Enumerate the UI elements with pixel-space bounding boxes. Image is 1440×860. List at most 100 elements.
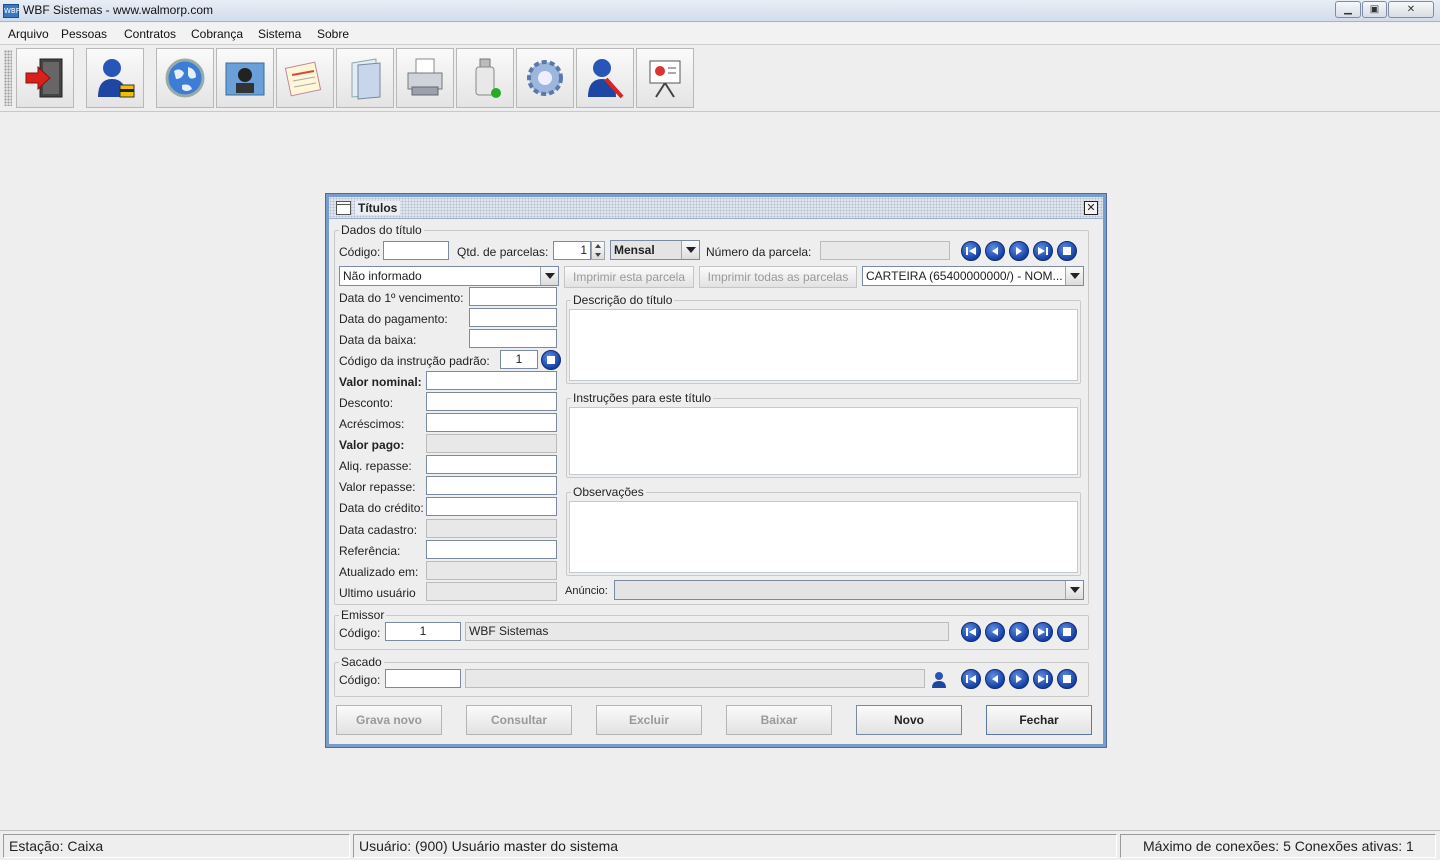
usb-drive-button[interactable] <box>456 48 514 108</box>
baixar-button[interactable]: Baixar <box>726 705 832 735</box>
chevron-down-icon[interactable] <box>540 267 558 285</box>
toolbar <box>0 46 1440 112</box>
window-icon <box>336 201 351 215</box>
menu-contratos[interactable]: Contratos <box>124 27 176 41</box>
vencimento-input[interactable] <box>469 287 557 306</box>
aliq-repasse-input[interactable] <box>426 455 557 474</box>
baixa-input[interactable] <box>469 329 557 348</box>
first-icon <box>966 628 976 636</box>
emissor-last-button[interactable] <box>1033 622 1053 642</box>
emissor-codigo-input[interactable]: 1 <box>385 622 461 641</box>
stop-icon <box>1063 675 1071 683</box>
sacado-last-button[interactable] <box>1033 669 1053 689</box>
globe-button[interactable] <box>156 48 214 108</box>
contact-card-button[interactable] <box>216 48 274 108</box>
menu-sistema[interactable]: Sistema <box>258 27 301 41</box>
sacado-first-button[interactable] <box>961 669 981 689</box>
menu-sobre[interactable]: Sobre <box>317 27 349 41</box>
sacado-previous-button[interactable] <box>985 669 1005 689</box>
referencia-input[interactable] <box>426 540 557 559</box>
anuncio-select[interactable] <box>614 580 1084 600</box>
data-cadastro-field <box>426 519 557 538</box>
chevron-down-icon[interactable] <box>1065 581 1083 599</box>
menu-pessoas[interactable]: Pessoas <box>61 27 107 41</box>
instrucoes-textarea[interactable] <box>569 407 1078 475</box>
imprimir-esta-button[interactable]: Imprimir esta parcela <box>564 266 694 288</box>
valor-nominal-input[interactable] <box>426 371 557 390</box>
descricao-textarea[interactable] <box>569 309 1078 381</box>
next-record-button[interactable] <box>1009 241 1029 261</box>
valor-nominal-label: Valor nominal: <box>339 375 422 389</box>
last-record-button[interactable] <box>1033 241 1053 261</box>
qtd-parcelas-spinner[interactable] <box>591 241 605 260</box>
emissor-previous-button[interactable] <box>985 622 1005 642</box>
folders-button[interactable] <box>336 48 394 108</box>
stop-icon <box>1063 247 1071 255</box>
observacoes-textarea[interactable] <box>569 501 1078 573</box>
data-credito-input[interactable] <box>426 497 557 516</box>
person-search-icon[interactable] <box>931 671 947 689</box>
periodo-select[interactable]: Mensal <box>610 240 700 260</box>
instrucao-padrao-label: Código da instrução padrão: <box>339 354 490 368</box>
situacao-value: Não informado <box>343 269 422 283</box>
instrucao-lookup-button[interactable] <box>541 350 561 370</box>
sacado-codigo-input[interactable] <box>385 669 461 688</box>
maximize-button[interactable]: ▣ <box>1362 1 1387 18</box>
stop-icon <box>1063 628 1071 636</box>
codigo-input[interactable] <box>383 241 449 260</box>
minimize-button[interactable]: ▁ <box>1335 1 1361 18</box>
settings-gear-icon <box>527 60 563 96</box>
valor-repasse-input[interactable] <box>426 476 557 495</box>
grava-novo-button[interactable]: Grava novo <box>336 705 442 735</box>
qtd-parcelas-input[interactable]: 1 <box>553 241 591 260</box>
globe-icon <box>165 58 205 98</box>
first-record-button[interactable] <box>961 241 981 261</box>
data-credito-label: Data do crédito: <box>339 501 424 515</box>
pagamento-label: Data do pagamento: <box>339 312 448 326</box>
emissor-codigo-label: Código: <box>339 626 381 640</box>
user-tools-button[interactable] <box>576 48 634 108</box>
dados-group-label: Dados do título <box>339 223 424 237</box>
app-logo-icon: WBF <box>3 4 20 18</box>
excluir-button[interactable]: Excluir <box>596 705 702 735</box>
menu-arquivo[interactable]: Arquivo <box>8 27 49 41</box>
situacao-select[interactable]: Não informado <box>339 266 559 286</box>
close-window-button[interactable]: ✕ <box>1388 1 1434 18</box>
user-lock-button[interactable] <box>86 48 144 108</box>
desconto-label: Desconto: <box>339 396 394 410</box>
emissor-stop-button[interactable] <box>1057 622 1077 642</box>
user-tools-icon <box>588 59 624 99</box>
acrescimos-input[interactable] <box>426 413 557 432</box>
previous-record-button[interactable] <box>985 241 1005 261</box>
exit-button[interactable] <box>16 48 74 108</box>
fechar-button[interactable]: Fechar <box>986 705 1092 735</box>
close-frame-button[interactable]: ✕ <box>1084 201 1098 215</box>
pagamento-input[interactable] <box>469 308 557 327</box>
consultar-button[interactable]: Consultar <box>466 705 572 735</box>
sacado-stop-button[interactable] <box>1057 669 1077 689</box>
imprimir-todas-button[interactable]: Imprimir todas as parcelas <box>699 266 857 288</box>
status-estacao: Estação: Caixa <box>3 834 350 858</box>
carteira-select[interactable]: CARTEIRA (65400000000/) - NOM... <box>862 266 1084 286</box>
instrucoes-label: Instruções para este título <box>571 391 714 405</box>
printer-button[interactable] <box>396 48 454 108</box>
settings-button[interactable] <box>516 48 574 108</box>
numero-parcela-field <box>820 241 950 260</box>
novo-button[interactable]: Novo <box>856 705 962 735</box>
stop-button[interactable] <box>1057 241 1077 261</box>
presentation-button[interactable] <box>636 48 694 108</box>
qtd-parcelas-label: Qtd. de parcelas: <box>457 245 549 259</box>
emissor-next-button[interactable] <box>1009 622 1029 642</box>
toolbar-grip[interactable] <box>4 50 12 106</box>
desconto-input[interactable] <box>426 392 557 411</box>
chevron-down-icon[interactable] <box>1065 267 1083 285</box>
titulos-window: Títulos ✕ Dados do título Código: Qtd. d… <box>326 194 1106 747</box>
titulos-titlebar[interactable]: Títulos ✕ <box>329 197 1103 219</box>
notes-button[interactable] <box>276 48 334 108</box>
menu-cobranca[interactable]: Cobrança <box>191 27 243 41</box>
instrucao-padrao-input[interactable]: 1 <box>500 350 538 369</box>
emissor-first-button[interactable] <box>961 622 981 642</box>
next-icon <box>1016 247 1022 255</box>
sacado-next-button[interactable] <box>1009 669 1029 689</box>
chevron-down-icon[interactable] <box>681 241 699 259</box>
